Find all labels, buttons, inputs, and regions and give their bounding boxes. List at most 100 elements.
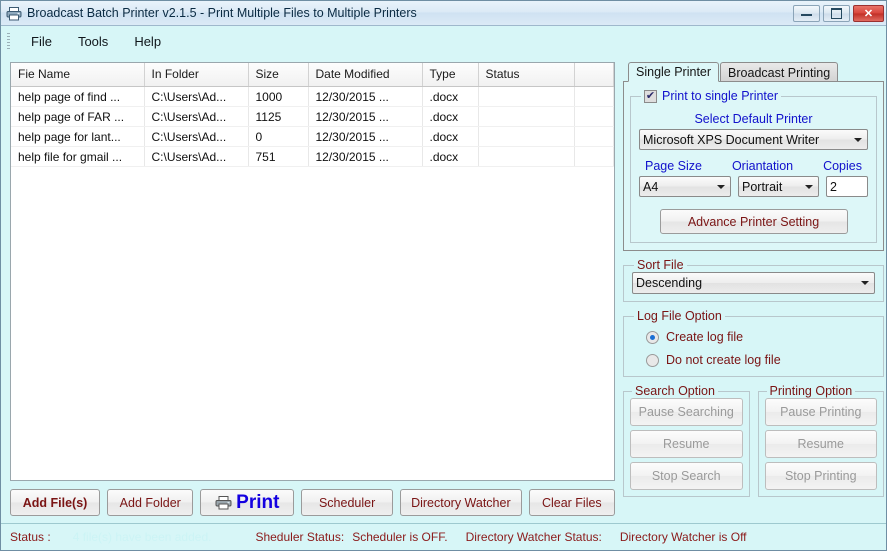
menu-item-help[interactable]: Help <box>122 30 173 53</box>
printer-icon <box>215 495 232 510</box>
title-bar: Broadcast Batch Printer v2.1.5 - Print M… <box>1 1 886 26</box>
column-header-status[interactable]: Status <box>478 63 574 87</box>
directory-watcher-button[interactable]: Directory Watcher <box>400 489 522 516</box>
cell-size: 0 <box>248 127 308 147</box>
create-log-file-radio[interactable] <box>646 331 659 344</box>
resume-printing-button[interactable]: Resume <box>765 430 878 458</box>
create-log-file-label: Create log file <box>666 330 743 344</box>
orientation-select-wrapper: Portrait <box>738 176 819 197</box>
default-printer-select[interactable]: Microsoft XPS Document Writer <box>639 129 868 150</box>
cell-date-modified: 12/30/2015 ... <box>308 107 422 127</box>
file-list-column: Fie Name In Folder Size Date Modified Ty… <box>10 62 615 523</box>
cell-size: 751 <box>248 147 308 167</box>
cell-in-folder: C:\Users\Ad... <box>144 107 248 127</box>
table-header-row: Fie Name In Folder Size Date Modified Ty… <box>11 63 614 87</box>
tab-single-printer[interactable]: Single Printer <box>628 62 719 82</box>
menu-grip-handle[interactable] <box>7 33 10 49</box>
cell-type: .docx <box>422 147 478 167</box>
log-file-option-legend: Log File Option <box>634 309 725 323</box>
status-bar: Status : 4 file(s) have been added. Shed… <box>1 523 886 550</box>
printing-option-legend: Printing Option <box>767 384 856 398</box>
print-button-label: Print <box>236 493 279 512</box>
printer-tab-strip: Single Printer Broadcast Printing <box>623 62 884 82</box>
search-option-legend: Search Option <box>632 384 718 398</box>
stop-search-button[interactable]: Stop Search <box>630 462 743 490</box>
cell-size: 1000 <box>248 87 308 107</box>
sort-file-group: Sort File Descending <box>623 258 884 302</box>
column-header-extra[interactable] <box>574 63 614 87</box>
cell-extra <box>574 107 614 127</box>
window-controls: ✕ <box>793 5 884 22</box>
printer-icon <box>6 6 22 21</box>
column-header-in-folder[interactable]: In Folder <box>144 63 248 87</box>
cell-size: 1125 <box>248 107 308 127</box>
tab-broadcast-printing[interactable]: Broadcast Printing <box>720 62 838 82</box>
file-list-panel[interactable]: Fie Name In Folder Size Date Modified Ty… <box>10 62 615 481</box>
cell-file-name: help page of FAR ... <box>11 107 144 127</box>
no-log-file-radio-row[interactable]: Do not create log file <box>646 353 875 367</box>
sort-file-select[interactable]: Descending <box>632 272 875 294</box>
no-log-file-radio[interactable] <box>646 354 659 367</box>
cell-date-modified: 12/30/2015 ... <box>308 87 422 107</box>
minimize-button[interactable] <box>793 5 820 22</box>
no-log-file-label: Do not create log file <box>666 353 781 367</box>
cell-status <box>478 127 574 147</box>
page-size-label: Page Size <box>645 159 702 173</box>
column-header-file-name[interactable]: Fie Name <box>11 63 144 87</box>
cell-type: .docx <box>422 127 478 147</box>
pause-searching-button[interactable]: Pause Searching <box>630 398 743 426</box>
add-folder-button[interactable]: Add Folder <box>107 489 193 516</box>
log-file-option-group: Log File Option Create log file Do not c… <box>623 309 884 377</box>
close-button[interactable]: ✕ <box>853 5 884 22</box>
stop-printing-button[interactable]: Stop Printing <box>765 462 878 490</box>
table-row[interactable]: help file for gmail ... C:\Users\Ad... 7… <box>11 147 614 167</box>
cell-file-name: help file for gmail ... <box>11 147 144 167</box>
select-default-printer-label: Select Default Printer <box>694 112 812 126</box>
cell-status <box>478 107 574 127</box>
menu-item-tools[interactable]: Tools <box>66 30 120 53</box>
print-to-single-printer-checkbox[interactable]: ✔ <box>644 90 657 103</box>
scheduler-status-label: Sheduler Status: <box>255 530 344 544</box>
scheduler-button[interactable]: Scheduler <box>301 489 393 516</box>
add-files-button[interactable]: Add File(s) <box>10 489 100 516</box>
copies-input[interactable] <box>826 176 868 197</box>
print-button[interactable]: Print <box>200 489 294 516</box>
cell-extra <box>574 87 614 107</box>
print-to-single-printer-legend: ✔ Print to single Printer <box>641 89 781 103</box>
sort-file-legend: Sort File <box>634 258 687 272</box>
cell-in-folder: C:\Users\Ad... <box>144 127 248 147</box>
cell-extra <box>574 147 614 167</box>
cell-date-modified: 12/30/2015 ... <box>308 147 422 167</box>
cell-type: .docx <box>422 87 478 107</box>
directory-watcher-status-value: Directory Watcher is Off <box>620 530 747 544</box>
column-header-date-modified[interactable]: Date Modified <box>308 63 422 87</box>
file-table: Fie Name In Folder Size Date Modified Ty… <box>11 63 614 167</box>
application-window: Broadcast Batch Printer v2.1.5 - Print M… <box>0 0 887 551</box>
print-to-single-printer-label: Print to single Printer <box>662 89 778 103</box>
page-size-select[interactable]: A4 <box>639 176 731 197</box>
pause-printing-button[interactable]: Pause Printing <box>765 398 878 426</box>
advance-printer-setting-button[interactable]: Advance Printer Setting <box>660 209 848 234</box>
cell-status <box>478 147 574 167</box>
search-option-group: Search Option Pause Searching Resume Sto… <box>623 384 750 497</box>
printing-option-group: Printing Option Pause Printing Resume St… <box>758 384 885 497</box>
resume-searching-button[interactable]: Resume <box>630 430 743 458</box>
orientation-label: Oriantation <box>732 159 793 173</box>
table-row[interactable]: help page for lant... C:\Users\Ad... 0 1… <box>11 127 614 147</box>
orientation-select[interactable]: Portrait <box>738 176 819 197</box>
print-to-single-printer-group: ✔ Print to single Printer Select Default… <box>630 89 877 243</box>
column-header-type[interactable]: Type <box>422 63 478 87</box>
maximize-button[interactable] <box>823 5 850 22</box>
clear-files-button[interactable]: Clear Files <box>529 489 615 516</box>
options-column: Single Printer Broadcast Printing ✔ Prin… <box>623 62 884 523</box>
menu-bar: File Tools Help <box>1 26 886 56</box>
cell-type: .docx <box>422 107 478 127</box>
create-log-file-radio-row[interactable]: Create log file <box>646 330 875 344</box>
table-row[interactable]: help page of find ... C:\Users\Ad... 100… <box>11 87 614 107</box>
column-header-size[interactable]: Size <box>248 63 308 87</box>
menu-item-file[interactable]: File <box>19 30 64 53</box>
bottom-toolbar: Add File(s) Add Folder Print Scheduler D <box>10 481 615 523</box>
cell-file-name: help page of find ... <box>11 87 144 107</box>
file-table-body: help page of find ... C:\Users\Ad... 100… <box>11 87 614 167</box>
table-row[interactable]: help page of FAR ... C:\Users\Ad... 1125… <box>11 107 614 127</box>
